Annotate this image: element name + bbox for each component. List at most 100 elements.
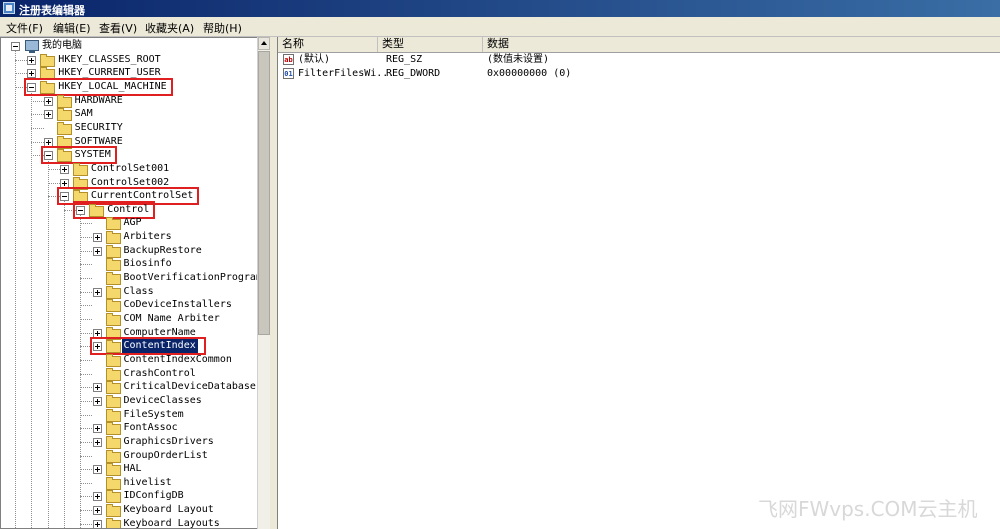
expand-icon[interactable] — [27, 69, 37, 79]
expand-icon[interactable] — [92, 492, 102, 502]
expand-icon[interactable] — [92, 506, 102, 516]
tree-node-label[interactable]: HARDWARE — [75, 94, 123, 108]
values-list[interactable]: 名称 类型 数据 ab (默认) REG_SZ (数值未设置) 01 Filte… — [277, 37, 1000, 529]
computer-icon — [25, 40, 39, 53]
tree-root-label[interactable]: 我的电脑 — [42, 39, 82, 53]
menu-view[interactable]: 查看(V) — [99, 20, 137, 36]
tree-node-label[interactable]: Arbiters — [124, 230, 172, 244]
folder-icon — [105, 435, 121, 449]
list-header: 名称 类型 数据 — [278, 37, 1000, 53]
registry-tree[interactable]: 我的电脑 HKEY_CLASSES_ROOT HKEY_CURRENT_USER HK… — [0, 37, 258, 529]
tree-node-label[interactable]: SOFTWARE — [75, 135, 123, 149]
expand-icon[interactable] — [92, 396, 102, 406]
expand-icon[interactable] — [92, 437, 102, 447]
expand-icon[interactable] — [27, 55, 37, 65]
folder-icon — [40, 80, 56, 94]
column-header-name[interactable]: 名称 — [278, 37, 378, 52]
folder-icon — [72, 190, 88, 204]
folder-icon — [40, 53, 56, 67]
folder-icon — [105, 231, 121, 245]
tree-node-label[interactable]: Keyboard Layouts — [124, 517, 220, 528]
expand-icon[interactable] — [92, 328, 102, 338]
folder-icon — [105, 381, 121, 395]
expand-icon[interactable] — [43, 96, 53, 106]
value-row[interactable]: 01 FilterFilesWi... REG_DWORD 0x00000000… — [278, 67, 1000, 81]
expand-icon[interactable] — [92, 342, 102, 352]
tree-node-label[interactable]: CoDeviceInstallers — [124, 298, 232, 312]
tree-node-label[interactable]: ContentIndex — [121, 339, 198, 354]
expand-icon[interactable] — [92, 233, 102, 243]
tree-node-label[interactable]: GraphicsDrivers — [124, 435, 214, 449]
registry-editor-icon — [3, 2, 15, 14]
menu-file[interactable]: 文件(F) — [6, 20, 43, 36]
expand-icon[interactable] — [92, 465, 102, 475]
expand-icon[interactable] — [92, 287, 102, 297]
tree-node-label[interactable]: Class — [124, 285, 154, 299]
value-row[interactable]: ab (默认) REG_SZ (数值未设置) — [278, 53, 1000, 67]
tree-node-label[interactable]: ControlSet002 — [91, 176, 169, 190]
column-header-type[interactable]: 类型 — [378, 37, 483, 52]
tree-vertical-scrollbar[interactable] — [257, 37, 270, 529]
tree-node-label[interactable]: Biosinfo — [124, 257, 172, 271]
tree-connector — [63, 209, 77, 211]
tree-node-label[interactable]: hivelist — [124, 476, 172, 490]
tree-node-label[interactable]: AGP — [124, 216, 142, 230]
collapse-icon[interactable] — [11, 42, 20, 51]
tree-node-label[interactable]: SYSTEM — [75, 148, 111, 162]
expand-icon[interactable] — [59, 164, 69, 174]
tree-node-label[interactable]: CriticalDeviceDatabase — [124, 380, 256, 394]
tree-connector — [31, 155, 44, 157]
tree-node-label[interactable]: IDConfigDB — [124, 489, 184, 503]
tree-node-label[interactable]: ContentIndexCommon — [124, 353, 232, 367]
menu-favorites[interactable]: 收藏夹(A) — [145, 20, 194, 36]
expand-icon[interactable] — [59, 178, 69, 188]
expand-icon[interactable] — [43, 137, 53, 147]
tree-node-label[interactable]: BootVerificationProgram — [124, 271, 258, 285]
tree-node-label[interactable]: DeviceClasses — [124, 394, 202, 408]
folder-icon — [105, 326, 121, 340]
menu-help[interactable]: 帮助(H) — [203, 20, 242, 36]
tree-node-label[interactable]: HAL — [124, 462, 142, 476]
folder-icon — [105, 258, 121, 272]
expand-icon[interactable] — [43, 110, 53, 120]
expand-icon[interactable] — [92, 383, 102, 393]
expand-icon[interactable] — [92, 246, 102, 256]
collapse-icon[interactable] — [43, 151, 53, 161]
tree-node-label[interactable]: BackupRestore — [124, 244, 202, 258]
tree-connector — [47, 182, 60, 184]
tree-node-label[interactable]: ComputerName — [124, 326, 196, 340]
tree-node-label[interactable]: SAM — [75, 107, 93, 121]
tree-connector — [80, 319, 93, 320]
tree-node-label[interactable]: FileSystem — [124, 408, 184, 422]
collapse-icon[interactable] — [27, 82, 37, 92]
tree-connector — [31, 127, 44, 129]
menu-edit[interactable]: 编辑(E) — [53, 20, 91, 36]
folder-icon — [56, 108, 72, 122]
column-header-data[interactable]: 数据 — [483, 37, 1000, 52]
tree-node-label[interactable]: FontAssoc — [124, 421, 178, 435]
tree-node-label[interactable]: HKEY_LOCAL_MACHINE — [58, 80, 166, 94]
tree-node-label[interactable]: Control — [107, 203, 149, 217]
expand-icon[interactable] — [92, 519, 102, 528]
tree-node-label[interactable]: HKEY_CLASSES_ROOT — [58, 53, 160, 67]
scroll-thumb[interactable] — [258, 51, 270, 335]
folder-icon — [105, 463, 121, 477]
tree-connector — [80, 400, 93, 402]
scroll-up-arrow-icon[interactable] — [258, 37, 270, 50]
tree-node-label[interactable]: COM Name Arbiter — [124, 312, 220, 326]
tree-node-label[interactable]: HKEY_CURRENT_USER — [58, 66, 160, 80]
tree-node-label[interactable]: CrashControl — [124, 367, 196, 381]
tree-connector — [80, 414, 93, 416]
tree-node-label[interactable]: ControlSet001 — [91, 162, 169, 176]
pane-splitter[interactable] — [270, 37, 277, 529]
collapse-icon[interactable] — [76, 205, 86, 215]
tree-connector — [80, 264, 93, 266]
tree-node-label[interactable]: SECURITY — [75, 121, 123, 135]
tree-connector — [80, 237, 93, 239]
tree-node-label[interactable]: CurrentControlSet — [91, 189, 193, 203]
tree-node-label[interactable]: GroupOrderList — [124, 449, 208, 463]
collapse-icon[interactable] — [59, 192, 69, 202]
tree-node-label[interactable]: Keyboard Layout — [124, 503, 214, 517]
expand-icon[interactable] — [92, 424, 102, 434]
value-name: (默认) — [298, 54, 331, 65]
